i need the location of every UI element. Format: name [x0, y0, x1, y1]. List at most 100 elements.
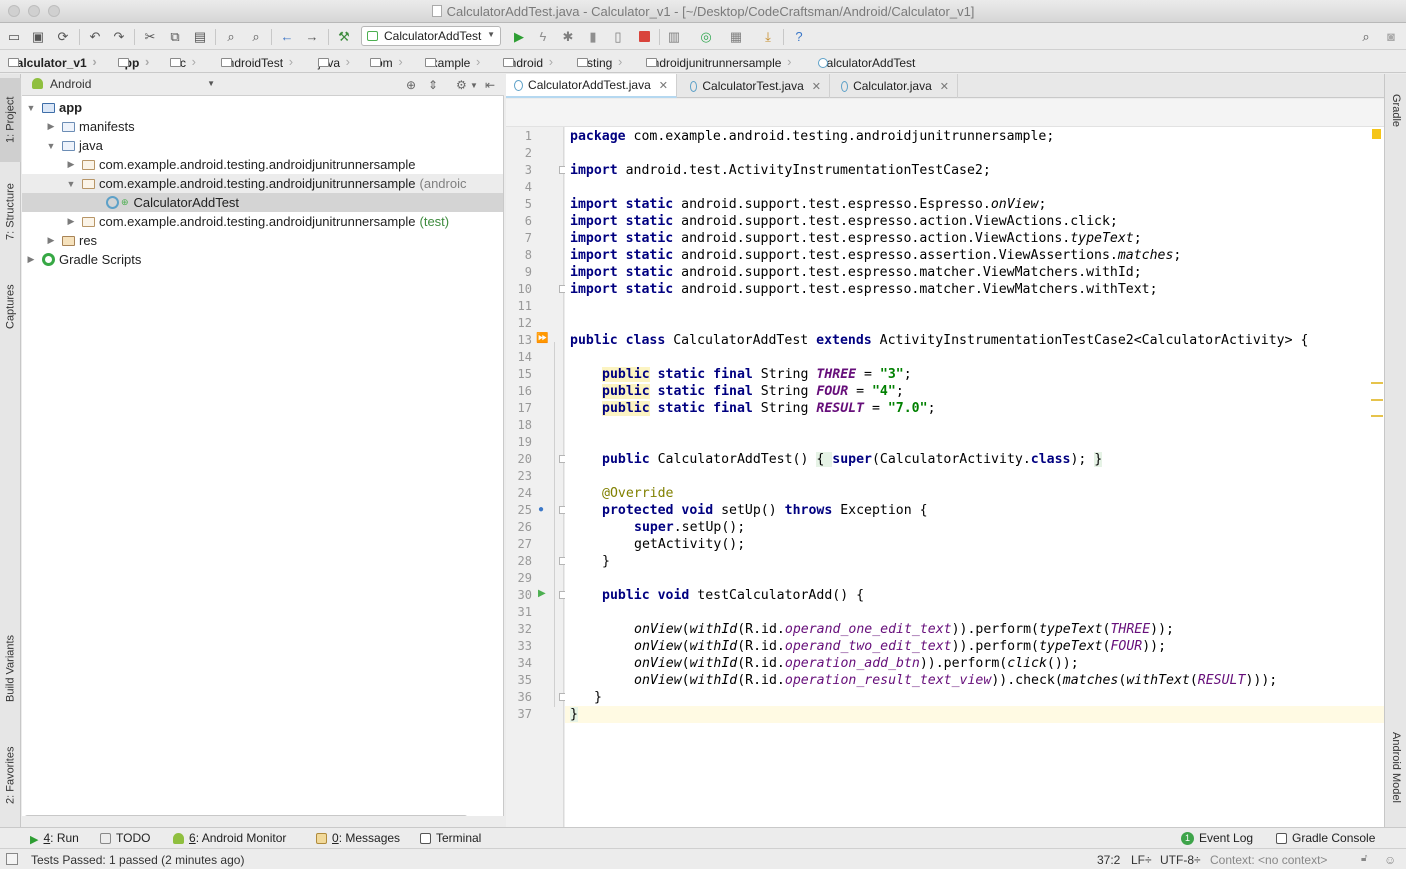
tree-item-gradle-scripts[interactable]: ▶ Gradle Scripts	[22, 250, 503, 269]
horizontal-scrollbar[interactable]	[24, 815, 468, 816]
lock-icon[interactable]: 🔓︎	[1361, 853, 1367, 864]
tool-button-run[interactable]: ▶ 4: Run	[30, 831, 79, 846]
tool-tab-gradle[interactable]: Gradle	[1385, 80, 1406, 142]
back-icon[interactable]: ←	[278, 28, 296, 45]
breadcrumb-item[interactable]: com ›	[370, 54, 403, 71]
replace-icon[interactable]: ⌕	[247, 28, 265, 45]
search-everywhere-icon[interactable]: ⌕	[1357, 28, 1375, 45]
collapse-arrow-icon[interactable]: ▶	[24, 254, 38, 265]
inspection-status-icon[interactable]	[1372, 129, 1381, 139]
toggle-tool-windows-icon[interactable]	[6, 853, 18, 865]
paste-icon[interactable]: ▤	[191, 28, 209, 45]
tab-calculatoraddtest[interactable]: CalculatorAddTest.java ✕	[506, 74, 677, 98]
tree-item-java[interactable]: ▼ java	[22, 136, 503, 155]
redo-icon[interactable]: ↷	[110, 28, 128, 45]
expand-arrow-icon[interactable]: ▼	[44, 141, 58, 151]
tool-tab-android-model[interactable]: Android Model	[1385, 718, 1406, 816]
breadcrumb-item[interactable]: testing ›	[577, 54, 622, 71]
tool-button-messages[interactable]: 0: Messages	[316, 831, 400, 845]
help-icon[interactable]: ?	[790, 28, 808, 45]
project-view-select[interactable]: Android ▼	[30, 77, 215, 93]
file-encoding[interactable]: UTF-8÷	[1160, 853, 1201, 867]
tool-tab-project[interactable]: 1: Project	[0, 78, 21, 162]
tool-tab-favorites[interactable]: 2: Favorites	[0, 732, 21, 818]
tree-item-app[interactable]: ▼ app	[22, 98, 503, 117]
run-configuration-select[interactable]: CalculatorAddTest ▼	[361, 26, 501, 46]
status-message[interactable]: Tests Passed: 1 passed (2 minutes ago)	[31, 853, 244, 867]
hide-panel-icon[interactable]: ⇤	[485, 78, 495, 92]
breadcrumb-item[interactable]: src›	[170, 54, 196, 71]
open-folder-icon[interactable]: ▭	[5, 28, 23, 45]
collapse-arrow-icon[interactable]: ▶	[44, 121, 58, 132]
inspector-icon[interactable]: ☺	[1384, 853, 1396, 867]
tree-item-manifests[interactable]: ▶ manifests	[22, 117, 503, 136]
gear-icon[interactable]: ⚙	[456, 78, 467, 92]
profile-icon[interactable]: ▯	[609, 28, 627, 45]
breadcrumb-item[interactable]: app›	[118, 54, 149, 71]
scroll-from-source-icon[interactable]: ⊕	[406, 78, 416, 92]
tool-tab-captures[interactable]: Captures	[0, 270, 21, 344]
avd-manager-icon[interactable]: ▥	[665, 28, 683, 45]
line-separator[interactable]: LF÷	[1131, 853, 1152, 867]
tool-button-todo[interactable]: TODO	[100, 831, 150, 845]
tool-button-event-log[interactable]: 1 Event Log	[1181, 831, 1253, 845]
run-icon[interactable]: ▶	[510, 28, 528, 45]
error-stripe-mark[interactable]	[1371, 382, 1383, 384]
save-all-icon[interactable]: ▣	[29, 28, 47, 45]
cursor-position[interactable]: 37:2	[1097, 853, 1120, 867]
user-avatar-icon[interactable]: ◙	[1382, 28, 1400, 45]
code-editor[interactable]: package com.example.android.testing.andr…	[565, 127, 1384, 827]
collapse-arrow-icon[interactable]: ▶	[64, 159, 78, 170]
expand-arrow-icon[interactable]: ▼	[64, 179, 78, 189]
tool-button-terminal[interactable]: Terminal	[420, 831, 481, 845]
tree-item-package-test[interactable]: ▶ com.example.android.testing.androidjuni…	[22, 212, 503, 231]
expand-arrow-icon[interactable]: ▼	[24, 103, 38, 113]
override-gutter-icon[interactable]: ●	[538, 504, 544, 515]
breadcrumb-item[interactable]: example ›	[425, 54, 480, 71]
debug-icon[interactable]: ✱	[559, 28, 577, 45]
apply-changes-icon[interactable]: ϟ	[534, 28, 552, 45]
undo-icon[interactable]: ↶	[86, 28, 104, 45]
make-project-icon[interactable]: ⚒	[335, 28, 353, 45]
close-icon[interactable]: ✕	[659, 79, 668, 92]
sdk-manager-icon[interactable]: ⤓	[759, 28, 777, 45]
tree-item-res[interactable]: ▶ res	[22, 231, 503, 250]
breadcrumb-item[interactable]: androidjunitrunnersample ›	[646, 54, 791, 71]
tree-item-package-androidtest[interactable]: ▼ com.example.android.testing.androidjuni…	[22, 174, 503, 193]
bottom-tool-bar: ▶ 4: Run TODO 6: Android Monitor 0: Messa…	[0, 827, 1406, 848]
error-stripe-mark[interactable]	[1371, 415, 1383, 417]
breadcrumb-item[interactable]: android ›	[503, 54, 553, 71]
close-icon[interactable]: ✕	[812, 80, 821, 93]
class-icon	[818, 57, 828, 68]
breadcrumb-item[interactable]: java ›	[318, 54, 350, 71]
breadcrumb-item[interactable]: androidTest ›	[221, 54, 293, 71]
run-class-gutter-icon[interactable]: ⏩	[536, 333, 548, 344]
collapse-all-icon[interactable]: ⇕	[428, 78, 438, 92]
project-structure-icon[interactable]: ▦	[727, 28, 745, 45]
find-icon[interactable]: ⌕	[222, 28, 240, 45]
chevron-down-icon[interactable]: ▼	[470, 81, 478, 90]
forward-icon[interactable]: →	[303, 28, 321, 45]
tree-item-package[interactable]: ▶ com.example.android.testing.androidjuni…	[22, 155, 503, 174]
tab-calculatortest[interactable]: CalculatorTest.java ✕	[682, 74, 830, 98]
tree-item-calculatoraddtest[interactable]: ⊕ CalculatorAddTest	[22, 193, 503, 212]
sync-icon[interactable]: ⟳	[54, 28, 72, 45]
breadcrumb-item[interactable]: Calculator_v1 ›	[8, 54, 97, 71]
collapse-arrow-icon[interactable]: ▶	[64, 216, 78, 227]
close-icon[interactable]: ✕	[940, 80, 949, 93]
tool-button-gradle-console[interactable]: Gradle Console	[1276, 831, 1375, 845]
stop-icon[interactable]	[635, 28, 653, 45]
tool-tab-structure[interactable]: 7: Structure	[0, 170, 21, 254]
tab-calculator[interactable]: Calculator.java ✕	[833, 74, 958, 98]
code-line: import static android.support.test.espre…	[570, 214, 1118, 229]
collapse-arrow-icon[interactable]: ▶	[44, 235, 58, 246]
gradle-sync-icon[interactable]: ◎	[697, 28, 715, 45]
copy-icon[interactable]: ⧉	[166, 28, 184, 45]
coverage-icon[interactable]: ▮	[584, 28, 602, 45]
tool-tab-build-variants[interactable]: Build Variants	[0, 620, 21, 716]
breadcrumb-item[interactable]: CalculatorAddTest	[818, 54, 915, 71]
run-test-gutter-icon[interactable]: ▶	[538, 588, 546, 599]
cut-icon[interactable]: ✂	[141, 28, 159, 45]
tool-button-android-monitor[interactable]: 6: Android Monitor	[173, 831, 286, 845]
error-stripe-mark[interactable]	[1371, 399, 1383, 401]
